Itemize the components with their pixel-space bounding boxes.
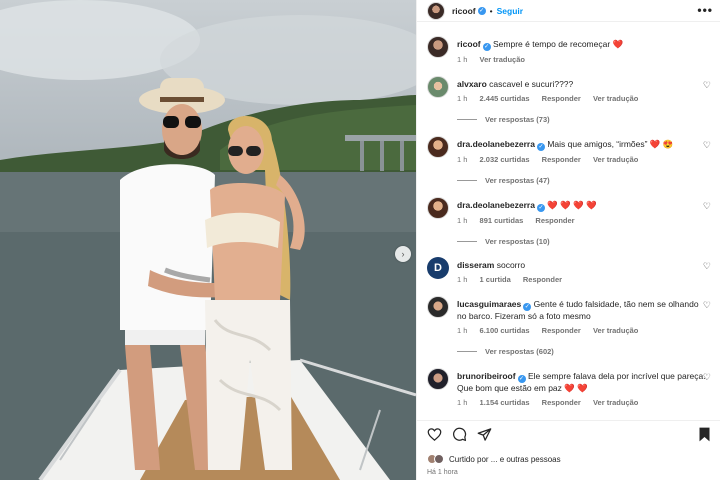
comment-icon[interactable] (452, 427, 467, 442)
caption-age: 1 h (457, 55, 468, 64)
reply-button[interactable]: Responder (523, 275, 562, 284)
comment-likes[interactable]: 1.154 curtidas (480, 398, 530, 407)
view-replies-button[interactable]: Ver respostas (47) (457, 175, 707, 186)
post-header: ricoof ✓ • Seguir ••• (417, 0, 720, 22)
avatar[interactable] (427, 368, 449, 390)
view-replies-button[interactable]: Ver respostas (602) (457, 346, 707, 357)
carousel-next-button[interactable]: › (395, 246, 411, 262)
comment-text: Mais que amigos, “irmões” (547, 139, 648, 149)
verified-icon: ✓ (536, 143, 545, 151)
comment-text: cascavel e sucuri???? (489, 79, 574, 89)
translate-link[interactable]: Ver tradução (593, 155, 638, 164)
comment-username[interactable]: dra.deolanebezerra (457, 200, 535, 210)
liker-avatar (434, 454, 444, 464)
post-footer: Curtido por ... e outras pessoas Há 1 ho… (417, 420, 720, 480)
caption-translate-link[interactable]: Ver tradução (480, 55, 525, 64)
heart-icon[interactable]: ♡ (703, 80, 711, 91)
view-replies-label: Ver respostas (602) (485, 347, 554, 356)
author-avatar[interactable] (427, 1, 445, 20)
replies-divider (457, 119, 477, 120)
separator-dot: • (489, 5, 493, 16)
comment-likes[interactable]: 6.100 curtidas (480, 326, 530, 335)
replies-divider (457, 351, 477, 352)
avatar[interactable] (427, 296, 449, 318)
action-bar (427, 427, 492, 442)
view-replies-button[interactable]: Ver respostas (10) (457, 236, 707, 247)
reply-button[interactable]: Responder (542, 155, 581, 164)
comment-likes[interactable]: 2.445 curtidas (480, 94, 530, 103)
heart-icon[interactable]: ♡ (703, 261, 711, 272)
share-icon[interactable] (477, 427, 492, 442)
verified-icon: ✓ (517, 375, 526, 383)
post-time: Há 1 hora (427, 469, 458, 476)
comment-likes[interactable]: 1 curtida (480, 275, 511, 284)
avatar[interactable] (427, 76, 449, 98)
more-icon[interactable]: ••• (697, 3, 713, 17)
comment-age: 1 h (457, 275, 468, 284)
verified-icon: ✓ (523, 303, 532, 311)
comment-age: 1 h (457, 155, 468, 164)
verified-icon: ✓ (477, 6, 486, 15)
reply-button[interactable]: Responder (542, 398, 581, 407)
reply-button[interactable]: Responder (542, 94, 581, 103)
view-replies-label: Ver respostas (10) (485, 237, 550, 246)
translate-link[interactable]: Ver tradução (593, 326, 638, 335)
caption-text: Sempre é tempo de recomeçar (493, 39, 611, 49)
reply-button[interactable]: Responder (542, 326, 581, 335)
avatar[interactable] (427, 197, 449, 219)
translate-link[interactable]: Ver tradução (593, 94, 638, 103)
author-username[interactable]: ricoof (452, 6, 476, 16)
caption-emoji: ❤️ (612, 39, 624, 49)
avatar[interactable]: D (427, 257, 449, 279)
translate-link[interactable]: Ver tradução (593, 398, 638, 407)
post-photo: › (0, 0, 416, 480)
post-side-panel: ricoof ✓ • Seguir ••• ricoof ✓ Sempre é t… (416, 0, 720, 480)
comment-username[interactable]: disseram (457, 260, 494, 270)
comment-emoji: ❤️ ❤️ (564, 383, 588, 393)
heart-icon[interactable] (427, 427, 442, 442)
bookmark-icon[interactable] (698, 427, 711, 442)
caption-username[interactable]: ricoof (457, 39, 481, 49)
avatar[interactable] (427, 136, 449, 158)
avatar[interactable] (427, 36, 449, 58)
liked-by-text: Curtido por ... e outras pessoas (449, 454, 561, 464)
comment-emoji: ❤️ ❤️ ❤️ ❤️ (547, 200, 597, 210)
follow-button[interactable]: Seguir (497, 6, 523, 16)
comment-username[interactable]: brunoribeiroof (457, 371, 516, 381)
heart-icon[interactable]: ♡ (703, 140, 711, 151)
comment-text: socorro (496, 260, 526, 270)
heart-icon[interactable]: ♡ (703, 201, 711, 212)
chevron-right-icon: › (401, 249, 405, 259)
replies-divider (457, 180, 477, 181)
verified-icon: ✓ (482, 43, 491, 51)
view-replies-label: Ver respostas (73) (485, 115, 550, 124)
comment-username[interactable]: lucasguimaraes (457, 299, 521, 309)
heart-icon[interactable]: ♡ (703, 300, 711, 311)
comment-age: 1 h (457, 216, 468, 225)
comment-age: 1 h (457, 398, 468, 407)
verified-icon: ✓ (536, 204, 545, 212)
comment-age: 1 h (457, 326, 468, 335)
liked-by[interactable]: Curtido por ... e outras pessoas (427, 454, 561, 464)
view-replies-label: Ver respostas (47) (485, 176, 550, 185)
comment-likes[interactable]: 2.032 curtidas (480, 155, 530, 164)
photo-illustration (0, 0, 416, 480)
comment-emoji: ❤️ 😍 (649, 139, 674, 149)
replies-divider (457, 241, 477, 242)
view-replies-button[interactable]: Ver respostas (73) (457, 114, 707, 125)
comment-likes[interactable]: 891 curtidas (480, 216, 524, 225)
comment-username[interactable]: dra.deolanebezerra (457, 139, 535, 149)
reply-button[interactable]: Responder (535, 216, 574, 225)
heart-icon[interactable]: ♡ (703, 372, 711, 383)
comment-username[interactable]: alvxaro (457, 79, 487, 89)
comment-age: 1 h (457, 94, 468, 103)
